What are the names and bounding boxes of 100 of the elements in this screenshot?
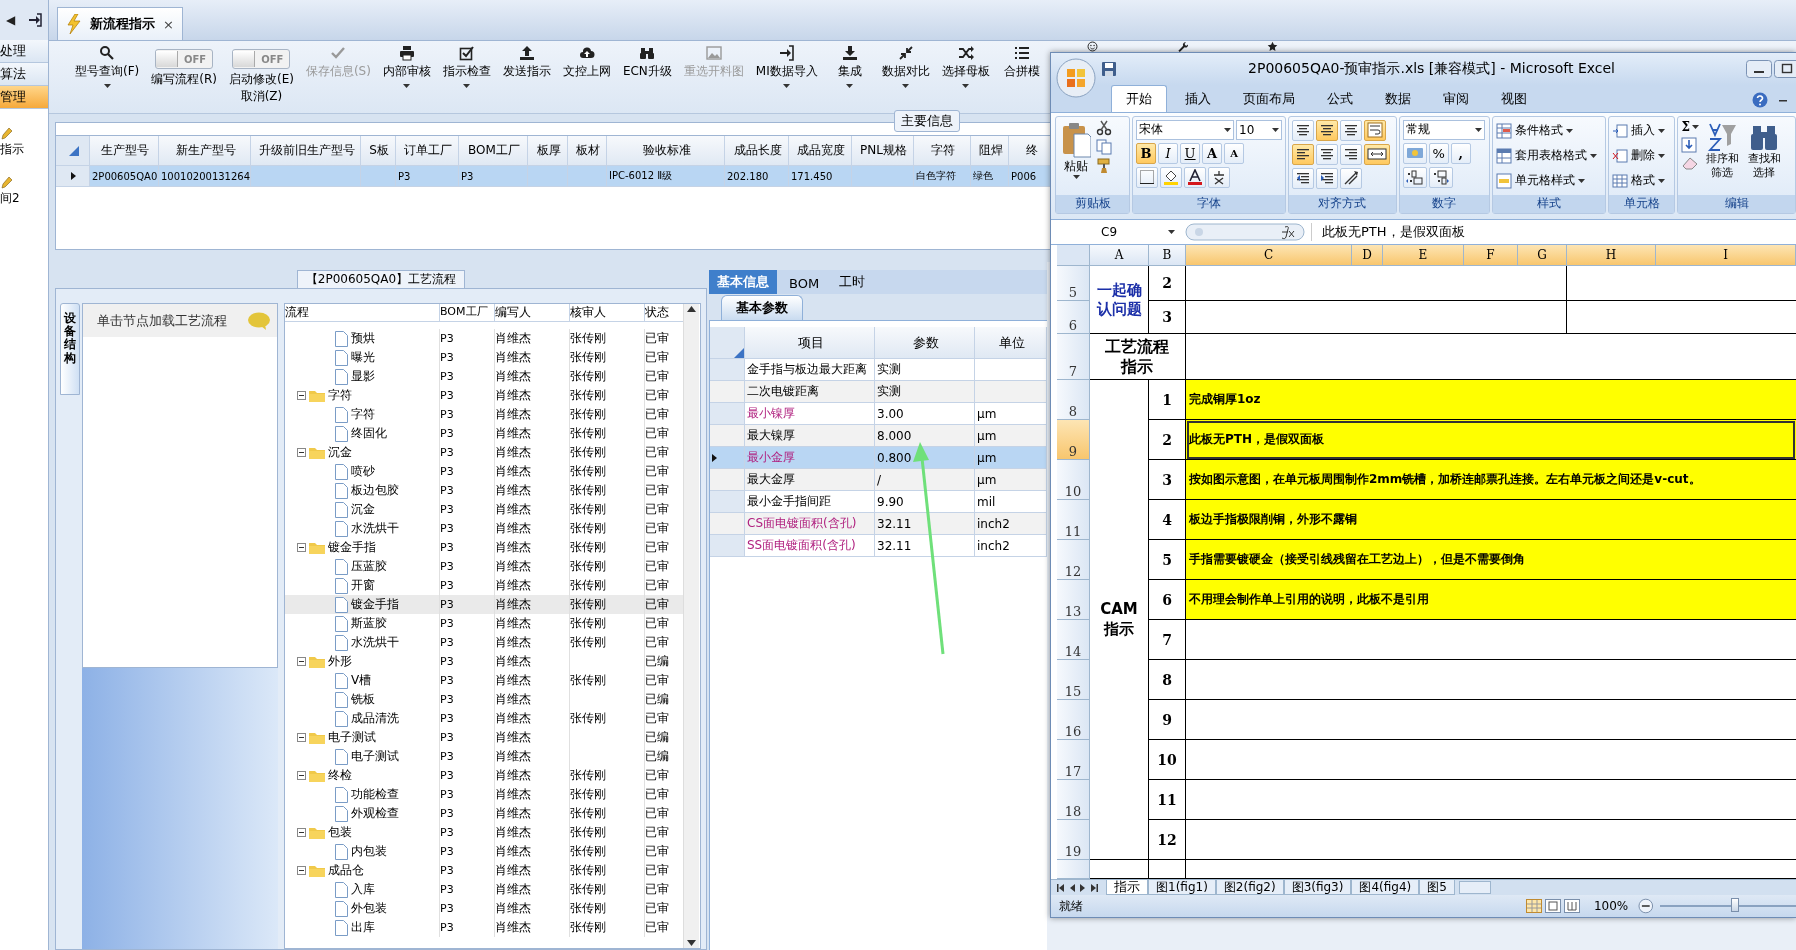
- tree-row[interactable]: 沉金 P3 肖维杰 张传刚 已审: [285, 500, 683, 519]
- column-header[interactable]: D: [1352, 245, 1383, 267]
- sheet-cell[interactable]: 此板无PTH，是假双面板: [1186, 420, 1796, 461]
- collapse-icon[interactable]: [297, 771, 306, 780]
- ribbon-tab[interactable]: 开始: [1111, 84, 1167, 112]
- shrink-font-button[interactable]: A: [1224, 142, 1245, 164]
- increase-indent-button[interactable]: [1316, 167, 1339, 189]
- align-right-button[interactable]: [1340, 143, 1363, 165]
- tree-row[interactable]: 成品仓 P3 肖维杰 张传刚 已审: [285, 861, 683, 880]
- side-tab[interactable]: 设备结构: [60, 303, 80, 395]
- scissors-icon[interactable]: [1096, 119, 1112, 136]
- tree-row[interactable]: 镀金手指 P3 肖维杰 张传刚 已审: [285, 595, 683, 614]
- sum-button[interactable]: Σ: [1681, 119, 1700, 134]
- page-break-icon[interactable]: [1563, 899, 1580, 914]
- tree-row[interactable]: 铣板 P3 肖维杰 已编: [285, 690, 683, 709]
- tree-row[interactable]: 沉金 P3 肖维杰 张传刚 已审: [285, 443, 683, 462]
- collapse-icon[interactable]: [297, 543, 306, 552]
- sidebar-tab[interactable]: 处理: [0, 40, 48, 63]
- ribbon-tab[interactable]: 页面布局: [1229, 85, 1309, 112]
- row-header[interactable]: 8: [1057, 380, 1090, 421]
- toolbar-button[interactable]: 指示检查: [436, 41, 497, 88]
- toolbar-button[interactable]: 内部审核: [376, 41, 437, 88]
- sheet-tab[interactable]: 图1(fig1): [1148, 880, 1216, 896]
- row-header[interactable]: 10: [1057, 460, 1090, 501]
- align-middle-button[interactable]: [1316, 119, 1339, 141]
- tree-row[interactable]: 预烘 P3 肖维杰 张传刚 已审: [285, 329, 683, 348]
- column-header[interactable]: A: [1090, 245, 1149, 267]
- collapse-icon[interactable]: [297, 828, 306, 837]
- sheet-cell[interactable]: 按如图示意图，在单元板周围制作2mm铣槽，加桥连邮票孔连接。左右单元板之间还是v-cut。: [1186, 460, 1796, 501]
- toolbar-button[interactable]: 合拼模: [995, 41, 1048, 80]
- menu-button[interactable]: 删除: [1612, 144, 1666, 167]
- star-icon[interactable]: [1267, 41, 1279, 52]
- tree-row[interactable]: 显影 P3 肖维杰 张传刚 已审: [285, 367, 683, 386]
- column-header[interactable]: F: [1464, 245, 1518, 267]
- align-left-button[interactable]: [1292, 143, 1315, 165]
- table-row[interactable]: 最大金厚 / μm: [710, 469, 1047, 491]
- column-header[interactable]: C: [1186, 245, 1352, 267]
- tree-row[interactable]: 斯蓝胶 P3 肖维杰 张传刚 已审: [285, 614, 683, 633]
- row-header[interactable]: 14: [1057, 620, 1090, 661]
- row-header[interactable]: 9: [1057, 420, 1090, 461]
- maximize-icon[interactable]: [1774, 59, 1796, 78]
- zoom-out-icon[interactable]: [1638, 898, 1654, 915]
- column-header[interactable]: 项目: [745, 327, 875, 359]
- sheet-cell[interactable]: 板边手指极限削铜，外形不露铜: [1186, 500, 1796, 541]
- fill-color-button[interactable]: [1160, 166, 1183, 188]
- align-top-button[interactable]: [1292, 119, 1315, 141]
- toolbar-button[interactable]: 型号查询(F): [69, 41, 146, 88]
- minimize-icon[interactable]: [1746, 59, 1772, 78]
- toolbar-button[interactable]: 数据对比: [875, 41, 936, 88]
- sheet-tab[interactable]: 图2(fig2): [1215, 880, 1284, 896]
- collapse-icon[interactable]: [297, 448, 306, 457]
- tab[interactable]: 基本信息: [709, 270, 777, 294]
- sheet-cell[interactable]: 完成铜厚1oz: [1186, 380, 1796, 421]
- tree-row[interactable]: 水洗烘干 P3 肖维杰 张传刚 已审: [285, 633, 683, 652]
- tree-row[interactable]: 外观检查 P3 肖维杰 张传刚 已审: [285, 804, 683, 823]
- row-header[interactable]: 7: [1057, 334, 1090, 381]
- border-button[interactable]: [1136, 166, 1159, 188]
- help-icon[interactable]: [1752, 91, 1768, 108]
- tree-row[interactable]: 外形 P3 肖维杰 已编: [285, 652, 683, 671]
- toolbar-button[interactable]: 发送指示: [496, 41, 557, 80]
- sheet-tab[interactable]: 指示: [1106, 880, 1148, 896]
- fill-down-icon[interactable]: [1681, 136, 1698, 153]
- table-row[interactable]: 最大镍厚 8.000 μm: [710, 425, 1047, 447]
- align-center-button[interactable]: [1316, 143, 1339, 165]
- column-header[interactable]: 参数: [875, 327, 975, 359]
- sidebar-link[interactable]: 指示: [0, 141, 24, 158]
- tree-row[interactable]: 包装 P3 肖维杰 张传刚 已审: [285, 823, 683, 842]
- tab[interactable]: 基本参数: [721, 295, 803, 320]
- column-header[interactable]: H: [1567, 245, 1656, 267]
- zoom-slider-thumb[interactable]: [1730, 898, 1739, 913]
- column-header[interactable]: BOM工厂: [440, 304, 495, 321]
- font-size-field[interactable]: 10: [1236, 119, 1283, 140]
- sidebar-tab[interactable]: 管理: [0, 86, 48, 109]
- formula-field[interactable]: 此板无PTH，是假双面板: [1311, 223, 1465, 242]
- italic-button[interactable]: I: [1158, 142, 1179, 164]
- number-format-field[interactable]: 常规: [1402, 119, 1485, 140]
- font-name-field[interactable]: 宋体: [1136, 119, 1235, 140]
- tree-row[interactable]: 字符 P3 肖维杰 张传刚 已审: [285, 405, 683, 424]
- tree-row[interactable]: 终固化 P3 肖维杰 张传刚 已审: [285, 424, 683, 443]
- toolbar-button[interactable]: 集成: [823, 41, 876, 88]
- tree-row[interactable]: 字符 P3 肖维杰 张传刚 已审: [285, 386, 683, 405]
- sheet-tab[interactable]: 图4(fig4): [1351, 880, 1420, 896]
- row-header[interactable]: 12: [1057, 540, 1090, 581]
- collapse-icon[interactable]: [297, 733, 306, 742]
- tree-row[interactable]: 内包装 P3 肖维杰 张传刚 已审: [285, 842, 683, 861]
- page-layout-icon[interactable]: [1544, 899, 1561, 914]
- orientation-button[interactable]: [1340, 167, 1363, 189]
- scrollbar[interactable]: [683, 304, 699, 948]
- next-sheet-icon[interactable]: [1079, 882, 1087, 893]
- row-header[interactable]: 15: [1057, 660, 1090, 701]
- bold-button[interactable]: B: [1136, 142, 1157, 164]
- row-header[interactable]: 19: [1057, 820, 1090, 861]
- last-sheet-icon[interactable]: [1090, 882, 1098, 893]
- back-button[interactable]: ◀: [6, 13, 16, 27]
- column-header[interactable]: 状态: [645, 304, 683, 321]
- row-header[interactable]: 17: [1057, 740, 1090, 781]
- tree-row[interactable]: 电子测试 P3 肖维杰 已编: [285, 728, 683, 747]
- name-box[interactable]: C9: [1051, 222, 1179, 243]
- align-bottom-button[interactable]: [1340, 119, 1363, 141]
- toolbar-button[interactable]: 文控上网: [556, 41, 617, 80]
